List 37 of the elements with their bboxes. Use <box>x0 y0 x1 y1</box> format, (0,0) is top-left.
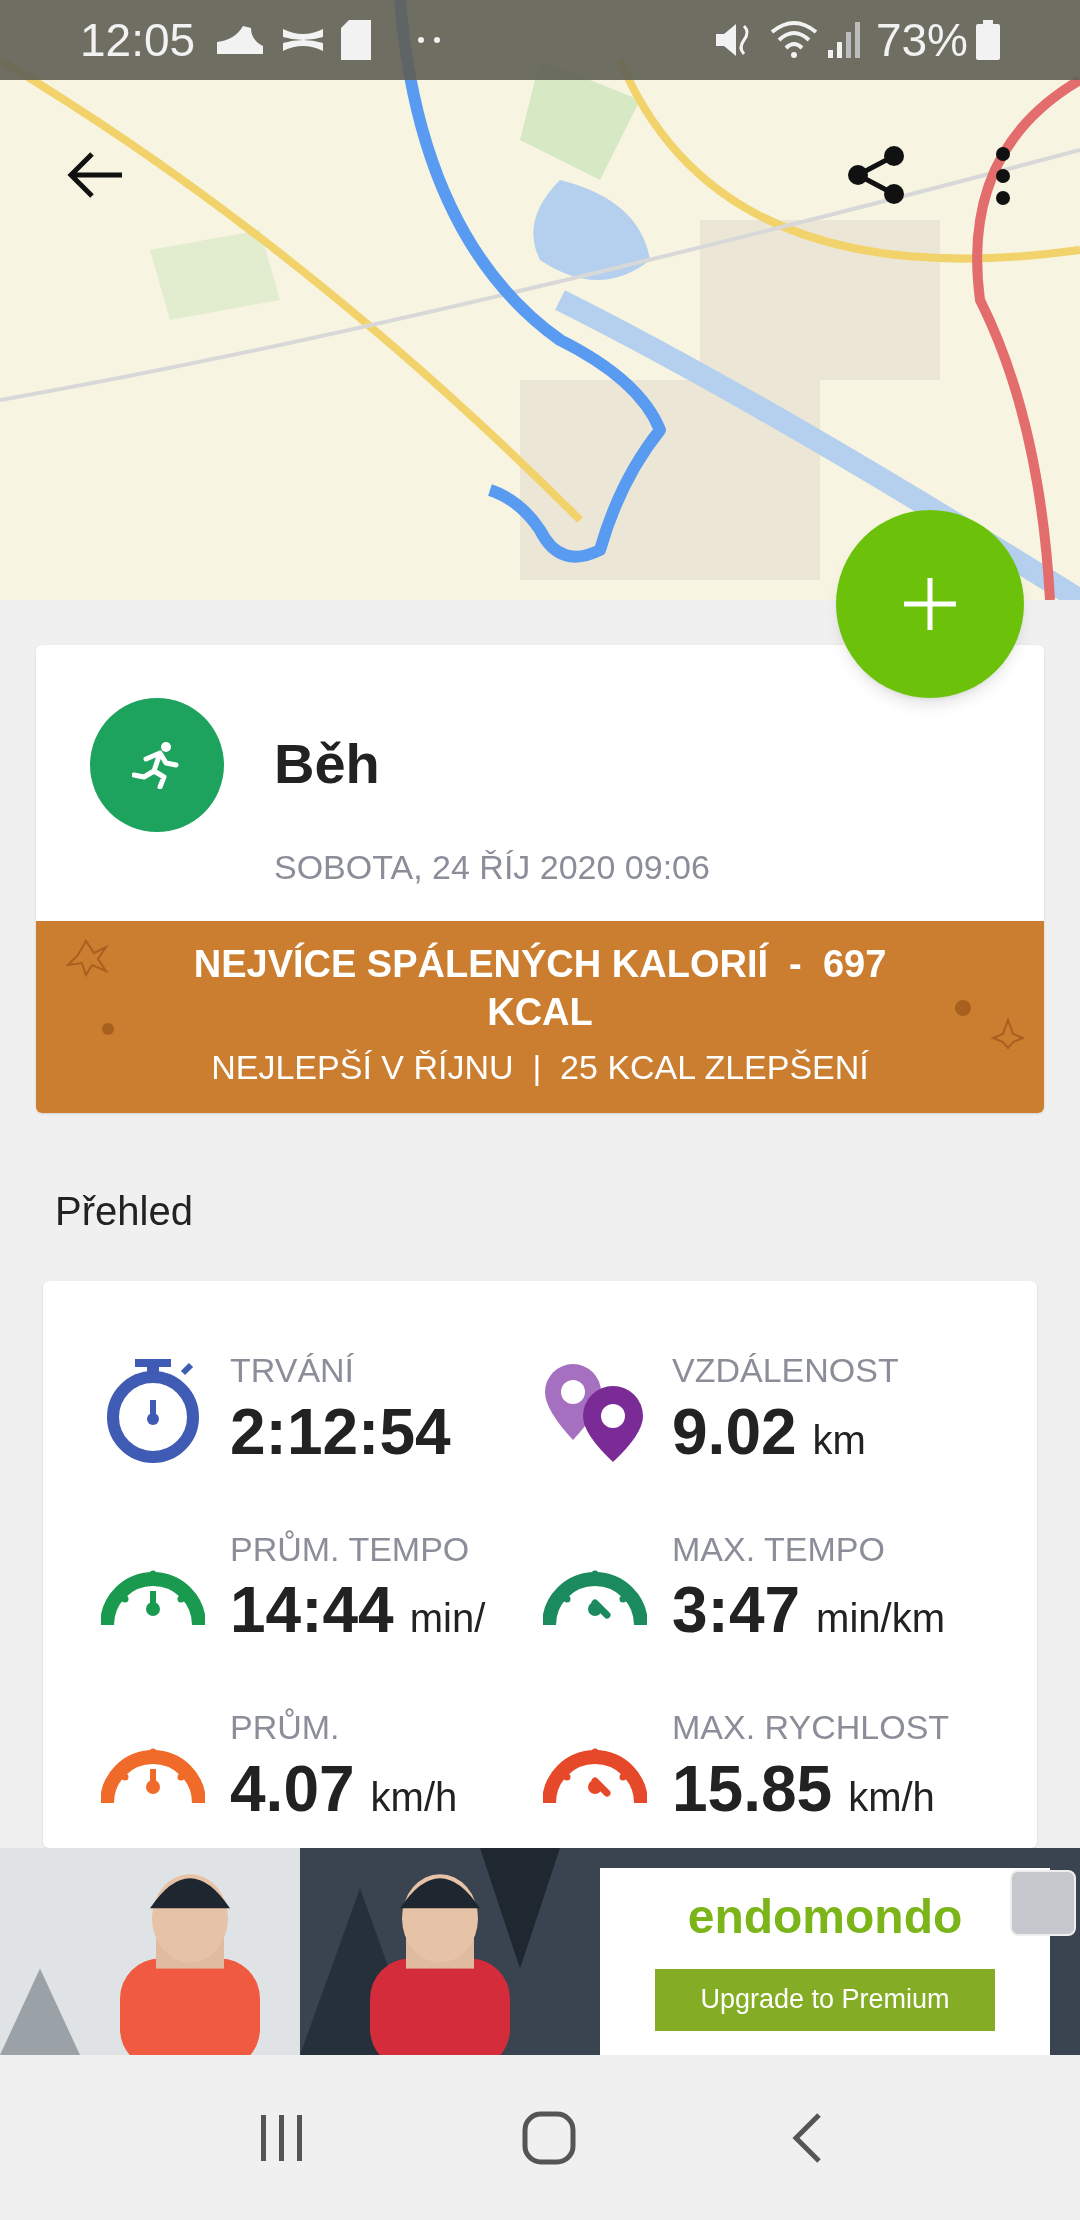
stat-unit: min/km <box>816 1595 945 1642</box>
achievement-subline: NEJLEPŠÍ V ŘÍJNU | 25 KCAL ZLEPŠENÍ <box>211 1047 869 1088</box>
activity-date: SOBOTA, 24 ŘÍJ 2020 09:06 <box>274 847 710 888</box>
upgrade-button[interactable]: Upgrade to Premium <box>655 1968 995 2031</box>
stat-label: TRVÁNÍ <box>230 1350 356 1391</box>
home-icon[interactable] <box>522 2110 576 2165</box>
plus-icon <box>904 578 956 630</box>
battery-icon <box>976 20 1000 60</box>
wifi-icon <box>769 20 818 60</box>
sparkle-decoration <box>954 999 1024 1049</box>
status-time: 12:05 <box>80 12 196 68</box>
stat-label: MAX. RYCHLOST <box>672 1707 950 1748</box>
more-options-icon[interactable] <box>995 146 1011 206</box>
achievement-headline: NEJVÍCE SPÁLENÝCH KALORIÍ - 697 KCAL <box>192 941 888 1035</box>
stat-label: PRŮM. TEMPO <box>230 1528 471 1570</box>
activity-title: Běh <box>274 736 381 792</box>
sd-card-icon <box>341 20 372 60</box>
brand-logo: endomondo <box>687 1892 963 1941</box>
dots-icon <box>417 36 442 44</box>
stat-value: 14:44 <box>230 1573 394 1648</box>
back-icon[interactable] <box>790 2111 823 2164</box>
stat-label: MAX. TEMPO <box>672 1528 886 1570</box>
stat-unit: min/ <box>409 1595 486 1642</box>
stat-unit: km/h <box>370 1773 458 1821</box>
section-title: Přehled <box>55 1188 194 1235</box>
stat-value: 3:47 <box>672 1573 801 1648</box>
stat-value: 15.85 <box>672 1751 833 1827</box>
stat-value: 9.02 <box>672 1394 797 1470</box>
stat-value: 4.07 <box>230 1751 355 1827</box>
stat-value: 2:12:54 <box>230 1394 451 1470</box>
back-arrow-icon[interactable] <box>66 150 124 200</box>
stat-label: VZDÁLENOST <box>672 1350 899 1391</box>
stat-unit: km <box>812 1416 866 1464</box>
stat-label: PRŮM. <box>230 1707 341 1748</box>
battery-percent: 73% <box>875 12 968 68</box>
signal-icon <box>825 20 862 60</box>
stat-unit: km/h <box>848 1773 935 1821</box>
